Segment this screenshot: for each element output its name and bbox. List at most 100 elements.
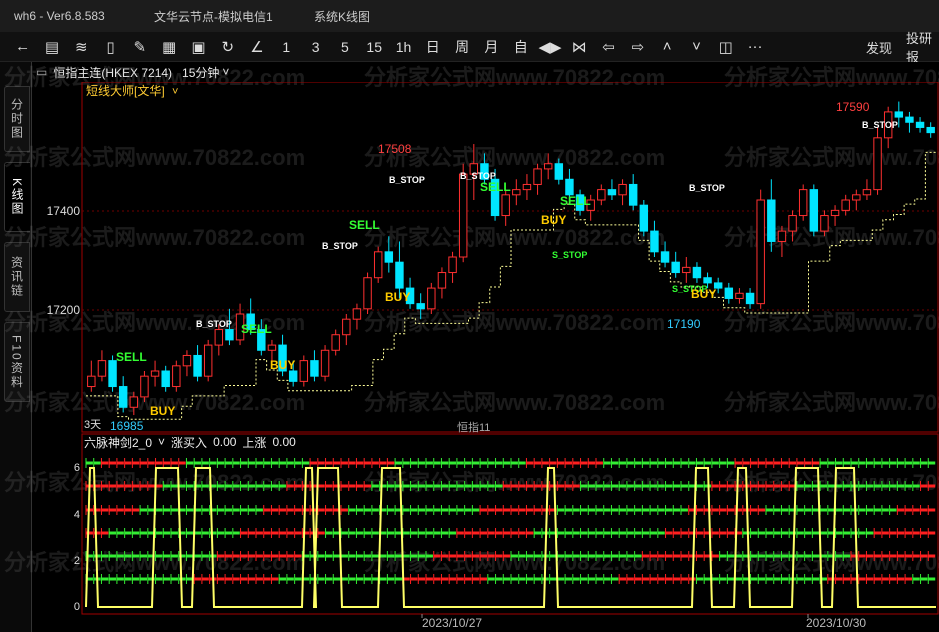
sub-y-label: 0 <box>74 601 80 613</box>
save-icon[interactable]: ▣ <box>184 34 213 60</box>
candle-body <box>225 329 234 341</box>
bowtie-icon[interactable]: ⋈ <box>565 34 594 60</box>
candle-body <box>97 360 107 377</box>
refresh-icon[interactable]: ↻ <box>213 34 242 60</box>
day-count-label: 3天 <box>84 419 101 431</box>
chevron-down-icon[interactable]: ˅ <box>158 435 165 449</box>
contract-name[interactable]: 恒指主连(HKEX 7214) <box>53 64 172 81</box>
y-axis-label: 17200 <box>47 303 81 317</box>
candle-body <box>299 360 309 382</box>
candle-body <box>331 334 340 351</box>
main-indicator-name[interactable]: 短线大师[文华] <box>86 83 165 98</box>
sub-panel-frame <box>81 433 939 615</box>
period-3m-button[interactable]: 3 <box>301 34 330 60</box>
candle-body <box>150 370 160 377</box>
candle-body <box>820 215 829 232</box>
period-month-button[interactable]: 月 <box>477 34 506 60</box>
sub-y-label: 4 <box>74 509 80 521</box>
candle-body <box>395 261 404 289</box>
period-1h-button[interactable]: 1h <box>389 34 418 60</box>
sub-indicator-bar: 六脉神剑2_0 ˅ 涨买入 0.00 上涨 0.00 <box>84 434 296 450</box>
candle-body <box>745 292 755 305</box>
tab-timeshare[interactable]: 分时图 <box>4 86 30 152</box>
chevron-up-icon[interactable]: ˄ <box>653 34 682 60</box>
kline-chart[interactable]: 17400 17200 短线大师[文华] ˅ SELL BUY B_STOP S… <box>32 82 939 632</box>
period-custom-button[interactable]: 自 <box>506 34 535 60</box>
tab-f10[interactable]: F10资料 <box>4 322 30 402</box>
candle-body <box>639 204 649 232</box>
list-icon[interactable]: ▤ <box>37 34 66 60</box>
period-day-button[interactable]: 日 <box>418 34 447 60</box>
sell-signal: SELL <box>349 218 380 232</box>
sub-indicator-name[interactable]: 六脉神剑2_0 <box>84 434 152 451</box>
candle-body <box>427 287 436 310</box>
line-chart-icon[interactable]: ≋ <box>67 34 96 60</box>
tab-kline[interactable]: K线图 <box>4 162 30 232</box>
sell-signal: SELL <box>116 350 147 364</box>
more-icon[interactable]: ··· <box>740 34 769 60</box>
left-right-icon[interactable]: ◀▶ <box>535 34 564 60</box>
sidebar: 分时图 K线图 资讯链 F10资料 <box>0 62 32 632</box>
candle-body <box>512 189 521 196</box>
candle-body <box>862 189 872 196</box>
date-label: 2023/10/27 <box>422 616 482 630</box>
candle-body <box>267 344 277 351</box>
sell-signal: SELL <box>480 180 511 194</box>
candle-body <box>894 111 904 118</box>
period-5m-button[interactable]: 5 <box>330 34 359 60</box>
research-button[interactable]: 投研报 <box>906 31 939 65</box>
candle-body <box>788 215 797 232</box>
chevron-down-icon[interactable]: ˅ <box>682 34 711 60</box>
arrow-right-icon[interactable]: ⇨ <box>623 34 652 60</box>
candle-body <box>841 199 850 211</box>
highest-price-label: 17590 <box>836 100 870 114</box>
chevron-down-icon[interactable]: ˅ <box>172 86 178 98</box>
layout-icon[interactable]: ◫ <box>711 34 740 60</box>
period-week-button[interactable]: 周 <box>447 34 476 60</box>
back-arrow-icon[interactable]: ← <box>8 34 37 60</box>
candle-body <box>682 266 691 274</box>
candle-body <box>724 287 734 299</box>
candle-body <box>873 137 882 191</box>
candle-body <box>628 183 638 206</box>
candle-body <box>384 251 394 263</box>
discover-button[interactable]: 发现 <box>866 32 892 62</box>
candle-body <box>660 251 670 263</box>
tab-news[interactable]: 资讯链 <box>4 242 30 312</box>
date-label: 2023/10/30 <box>806 616 866 630</box>
pen-icon[interactable]: ✎ <box>125 34 154 60</box>
contract-header: ▭ 恒指主连(HKEX 7214) 15分钟 ˅ <box>32 62 939 82</box>
draw-line-icon[interactable]: ∠ <box>242 34 271 60</box>
s-stop-signal: S_STOP <box>552 250 587 260</box>
candle-body <box>458 173 468 258</box>
contract-center-label: 恒指11 <box>457 420 490 434</box>
period-1m-button[interactable]: 1 <box>272 34 301 60</box>
buy-signal: BUY <box>270 358 295 372</box>
buy-signal: BUY <box>691 287 716 301</box>
candle-body <box>554 163 564 180</box>
period-select[interactable]: 15分钟 <box>182 64 219 81</box>
candle-body <box>182 354 192 367</box>
period-15m-button[interactable]: 15 <box>360 34 389 60</box>
candlestick-icon[interactable]: ▯ <box>96 34 125 60</box>
report-icon[interactable]: ▦ <box>154 34 183 60</box>
candle-body <box>214 329 224 346</box>
stop-lines <box>86 151 936 420</box>
arrow-left-icon[interactable]: ⇦ <box>594 34 623 60</box>
candle-body <box>650 230 659 253</box>
candle-body <box>905 116 914 123</box>
candle-body <box>607 189 617 196</box>
chevron-down-icon[interactable]: ˅ <box>222 65 229 79</box>
server-node: 文华云节点-模拟电信1 <box>154 9 273 24</box>
window-toggle-icon[interactable]: ▭ <box>36 65 47 79</box>
candle-body <box>118 386 128 408</box>
lowest-price-label: 16985 <box>110 419 144 433</box>
candle-body <box>915 121 925 128</box>
candle-body <box>735 292 744 299</box>
toolbar: ← ▤ ≋ ▯ ✎ ▦ ▣ ↻ ∠ 1 3 5 15 1h 日 周 月 自 ◀▶… <box>0 31 939 65</box>
candle-body <box>756 199 765 305</box>
field-label: 上涨 <box>242 435 267 450</box>
sub-y-label: 2 <box>74 555 80 567</box>
sell-signal: SELL <box>560 194 591 208</box>
candle-body <box>373 251 383 279</box>
